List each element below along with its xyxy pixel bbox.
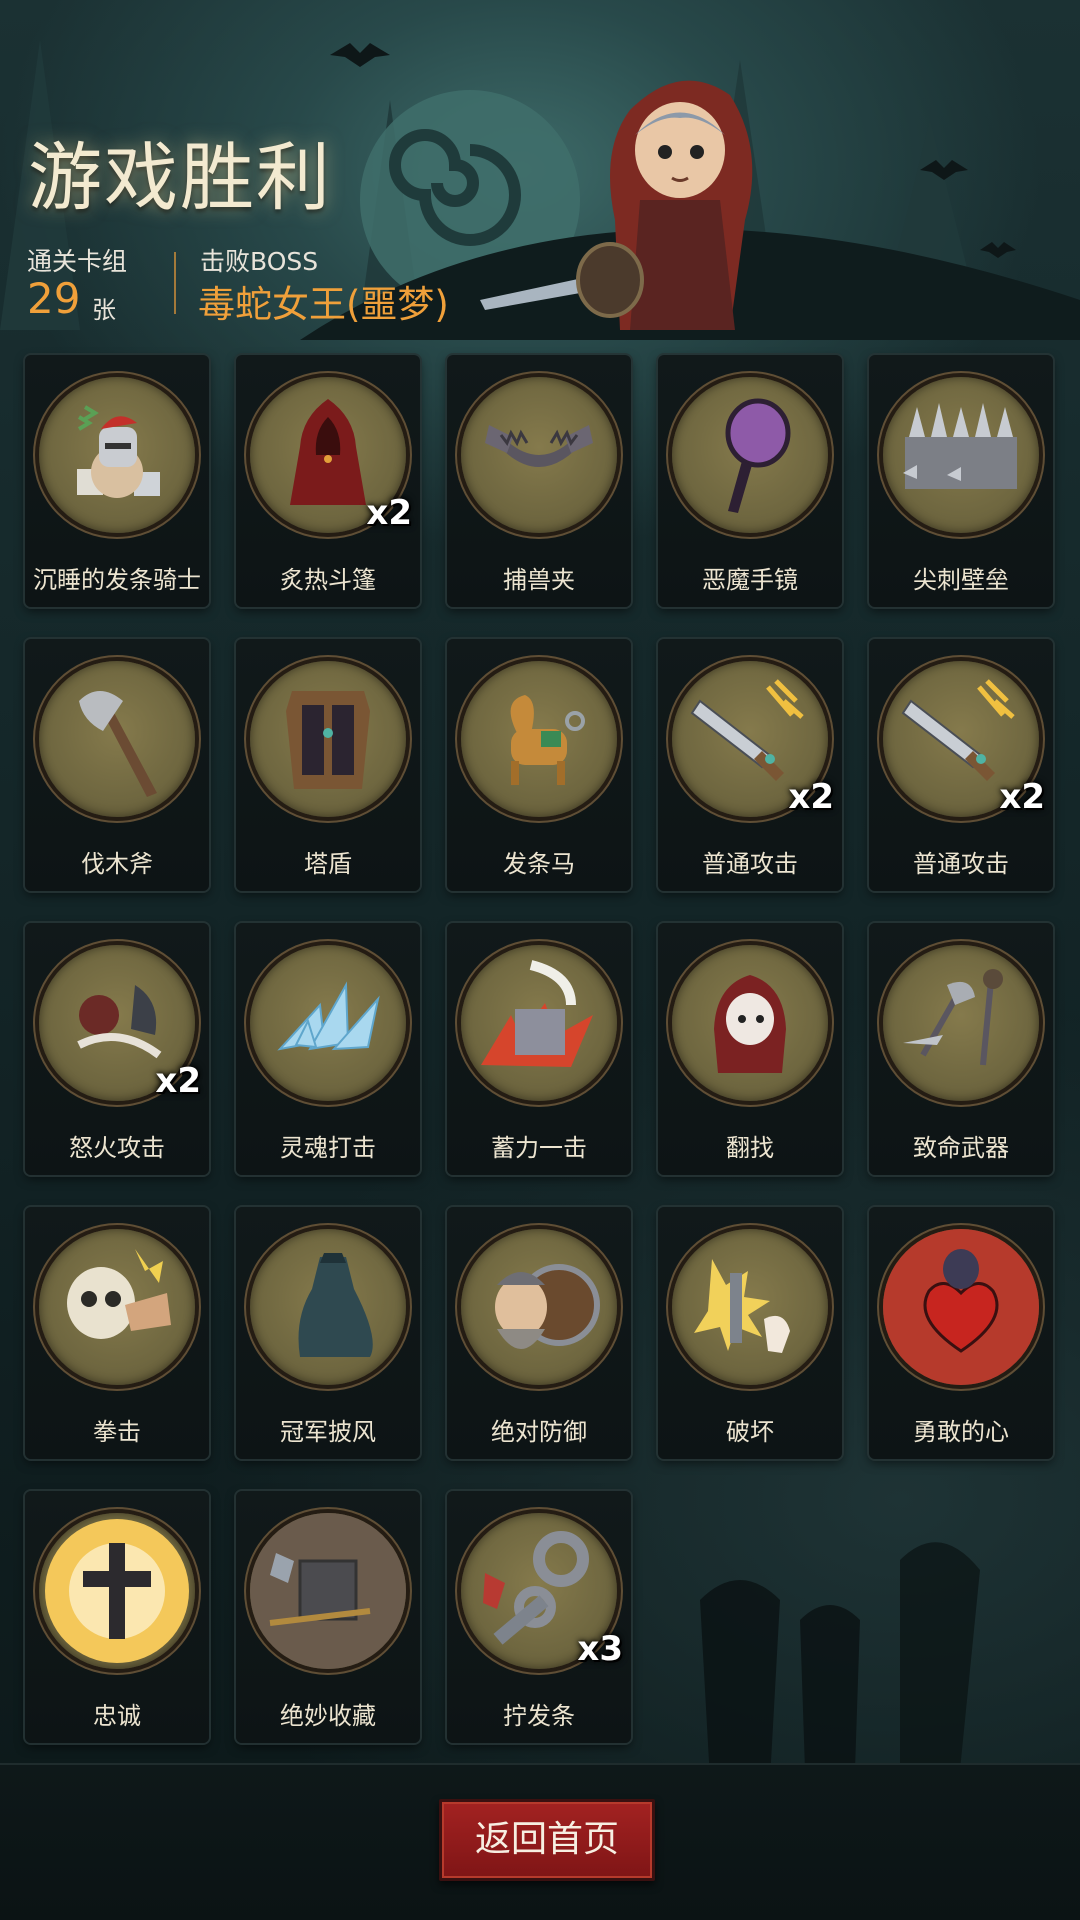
card-name: 炙热斗篷 <box>280 566 376 594</box>
header-divider <box>174 252 176 314</box>
card-name: 致命武器 <box>913 1134 1009 1162</box>
brave-heart-icon <box>883 1229 1039 1385</box>
axe-icon <box>39 661 195 817</box>
card-name: 恶魔手镜 <box>702 566 798 594</box>
card-multiplier: x3 <box>577 1629 623 1669</box>
deck-card-7[interactable]: 塔盾 <box>236 639 420 891</box>
deck-card-6[interactable]: 伐木斧 <box>25 639 209 891</box>
deck-card-18[interactable]: 绝对防御 <box>447 1207 631 1459</box>
sleeping-knight-icon <box>39 377 195 533</box>
ice-shards-icon <box>250 945 406 1101</box>
deck-unit: 张 <box>92 296 116 324</box>
deck-card-13[interactable]: 蓄力一击 <box>447 923 631 1175</box>
deck-count: 29 <box>27 274 81 323</box>
card-name: 灵魂打击 <box>280 1134 376 1162</box>
deck-card-4[interactable]: 恶魔手镜 <box>658 355 842 607</box>
card-name: 拧发条 <box>503 1702 575 1730</box>
card-name: 忠诚 <box>93 1702 141 1730</box>
deck-card-14[interactable]: 翻找 <box>658 923 842 1175</box>
boss-label: 击败BOSS <box>200 247 319 276</box>
card-name: 捕兽夹 <box>503 566 575 594</box>
deck-card-5[interactable]: 尖刺壁垒 <box>869 355 1053 607</box>
card-name: 普通攻击 <box>913 850 1009 878</box>
deck-card-9[interactable]: x2 普通攻击 <box>658 639 842 891</box>
demon-mirror-icon <box>672 377 828 533</box>
card-name: 普通攻击 <box>702 850 798 878</box>
deck-card-12[interactable]: 灵魂打击 <box>236 923 420 1175</box>
bear-trap-icon <box>461 377 617 533</box>
card-name: 绝妙收藏 <box>280 1702 376 1730</box>
card-name: 勇敢的心 <box>913 1418 1009 1446</box>
deck-card-15[interactable]: 致命武器 <box>869 923 1053 1175</box>
card-name: 拳击 <box>93 1418 141 1446</box>
hooded-girl-icon <box>672 945 828 1101</box>
break-icon <box>672 1229 828 1385</box>
victory-screen: 游戏胜利 通关卡组 29 张 击败BOSS 毒蛇女王(噩梦) 沉睡的发条骑士 x… <box>0 0 1080 1920</box>
deck-card-8[interactable]: 发条马 <box>447 639 631 891</box>
card-name: 塔盾 <box>304 850 352 878</box>
collection-icon <box>250 1513 406 1669</box>
champion-cape-icon <box>250 1229 406 1385</box>
card-multiplier: x2 <box>366 493 412 533</box>
spike-wall-icon <box>883 377 1039 533</box>
weapons-icon <box>883 945 1039 1101</box>
card-name: 破坏 <box>726 1418 774 1446</box>
deck-card-23[interactable]: x3 拧发条 <box>447 1491 631 1743</box>
deck-card-grid: 沉睡的发条骑士 x2 炙热斗篷 捕兽夹 恶魔手镜 尖刺壁垒 伐木斧 塔盾 发条马… <box>25 355 1055 1745</box>
card-name: 绝对防御 <box>491 1418 587 1446</box>
deck-card-20[interactable]: 勇敢的心 <box>869 1207 1053 1459</box>
deck-card-11[interactable]: x2 怒火攻击 <box>25 923 209 1175</box>
return-home-button[interactable]: 返回首页 <box>439 1799 655 1881</box>
card-name: 尖刺壁垒 <box>913 566 1009 594</box>
deck-card-17[interactable]: 冠军披风 <box>236 1207 420 1459</box>
card-multiplier: x2 <box>999 777 1045 817</box>
deck-card-16[interactable]: 拳击 <box>25 1207 209 1459</box>
deck-card-2[interactable]: x2 炙热斗篷 <box>236 355 420 607</box>
deck-card-21[interactable]: 忠诚 <box>25 1491 209 1743</box>
deck-card-19[interactable]: 破坏 <box>658 1207 842 1459</box>
card-name: 发条马 <box>503 850 575 878</box>
holy-cross-icon <box>39 1513 195 1669</box>
deck-card-1[interactable]: 沉睡的发条骑士 <box>25 355 209 607</box>
card-name: 沉睡的发条骑士 <box>33 566 201 594</box>
boss-name: 毒蛇女王(噩梦) <box>198 283 449 326</box>
card-name: 怒火攻击 <box>69 1134 165 1162</box>
card-name: 冠军披风 <box>280 1418 376 1446</box>
clockwork-horse-icon <box>461 661 617 817</box>
tower-shield-icon <box>250 661 406 817</box>
card-multiplier: x2 <box>788 777 834 817</box>
deck-card-3[interactable]: 捕兽夹 <box>447 355 631 607</box>
deck-card-22[interactable]: 绝妙收藏 <box>236 1491 420 1743</box>
victory-title: 游戏胜利 <box>28 135 332 221</box>
card-name: 伐木斧 <box>81 850 153 878</box>
skull-punch-icon <box>39 1229 195 1385</box>
dwarf-shield-icon <box>461 1229 617 1385</box>
charged-strike-icon <box>461 945 617 1101</box>
card-name: 翻找 <box>726 1134 774 1162</box>
card-name: 蓄力一击 <box>491 1134 587 1162</box>
deck-label: 通关卡组 <box>27 247 128 276</box>
deck-card-10[interactable]: x2 普通攻击 <box>869 639 1053 891</box>
card-multiplier: x2 <box>155 1061 201 1101</box>
